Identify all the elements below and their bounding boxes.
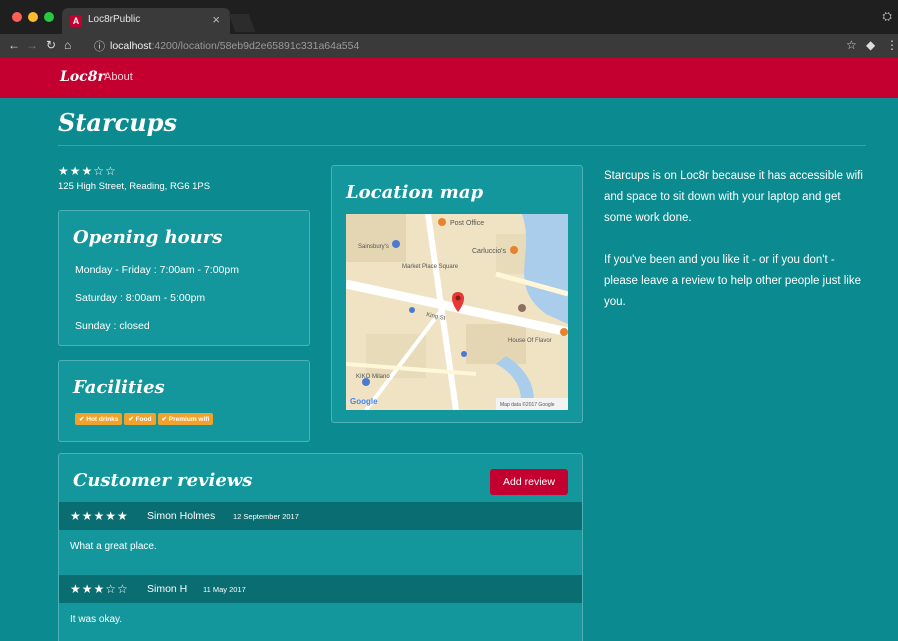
extension-icon[interactable]: ◆	[866, 38, 875, 52]
add-review-button[interactable]: Add review	[490, 469, 568, 495]
map-label: Market Place Square	[402, 264, 459, 270]
brand-logo[interactable]: Loc8r	[60, 69, 105, 85]
review-author: Simon Holmes	[147, 510, 216, 522]
address-bar[interactable]: ⓘ localhost:4200/location/58eb9d2e65891c…	[86, 37, 822, 55]
title-divider	[58, 145, 866, 146]
customer-reviews-title: Customer reviews	[73, 470, 253, 491]
google-logo: Google	[350, 397, 378, 406]
facility-badge: ✔ Premium wifi	[157, 413, 214, 425]
browser-tab[interactable]: A Loc8rPublic ×	[62, 8, 230, 34]
close-window-button[interactable]	[12, 12, 22, 22]
page-content: Starcups ★★★☆☆ 125 High Street, Reading,…	[0, 98, 898, 641]
map-label: Post Office	[450, 220, 484, 227]
map-label: House Of Flavor	[508, 338, 552, 344]
reload-icon[interactable]: ↻	[46, 38, 56, 52]
facilities-panel: Facilities ✔ Hot drinks ✔ Food ✔ Premium…	[58, 360, 310, 442]
review-rating-stars: ★★★★★	[70, 509, 129, 523]
forward-icon[interactable]: →	[26, 38, 38, 52]
home-icon[interactable]: ⌂	[64, 38, 71, 52]
description-paragraph: Starcups is on Loc8r because it has acce…	[604, 170, 863, 224]
facility-badge: ✔ Food	[124, 413, 156, 425]
location-map-title: Location map	[346, 182, 484, 203]
angular-favicon-icon: A	[70, 15, 82, 27]
minimize-window-button[interactable]	[28, 12, 38, 22]
location-address: 125 High Street, Reading, RG6 1PS	[58, 181, 211, 192]
review-header: ★★★★★ Simon Holmes 12 September 2017	[59, 502, 582, 530]
maximize-window-button[interactable]	[44, 12, 54, 22]
app-navbar: Loc8r About	[0, 58, 898, 98]
facility-badges: ✔ Hot drinks ✔ Food ✔ Premium wifi	[75, 413, 214, 425]
opening-hours-title: Opening hours	[73, 227, 223, 248]
incognito-icon: ⛭	[882, 9, 892, 23]
back-icon[interactable]: ←	[8, 38, 20, 52]
map-attribution: Map data ©2017 Google	[500, 401, 555, 408]
review-header: ★★★☆☆ Simon H 11 May 2017	[59, 575, 582, 603]
customer-reviews-panel: Customer reviews Add review ★★★★★ Simon …	[58, 453, 583, 641]
facilities-title: Facilities	[73, 377, 165, 398]
menu-icon[interactable]: ⋮	[886, 38, 898, 52]
review-text: What a great place.	[70, 541, 157, 552]
review-date: 11 May 2017	[203, 585, 246, 594]
location-map-panel: Location map Post Office Carluccio's Sai…	[331, 165, 583, 423]
opening-hours-line: Monday - Friday : 7:00am - 7:00pm	[75, 264, 239, 276]
description-paragraph: If you've been and you like it - or if y…	[604, 254, 861, 308]
location-description: Starcups is on Loc8r because it has acce…	[604, 166, 866, 313]
page-title: Starcups	[58, 108, 177, 137]
opening-hours-line: Saturday : 8:00am - 5:00pm	[75, 292, 206, 304]
facility-badge: ✔ Hot drinks	[75, 413, 123, 425]
location-map[interactable]: Post Office Carluccio's Sainsbury's Mark…	[346, 214, 568, 410]
url-text: localhost:4200/location/58eb9d2e65891c33…	[110, 40, 359, 52]
review-text: It was okay.	[70, 614, 123, 625]
browser-tab-bar: A Loc8rPublic × ⛭	[0, 0, 898, 34]
new-tab-button[interactable]	[228, 14, 256, 32]
info-icon[interactable]: ⓘ	[94, 38, 105, 54]
bookmark-star-icon[interactable]: ☆	[846, 38, 857, 52]
review-date: 12 September 2017	[233, 512, 299, 521]
opening-hours-panel: Opening hours Monday - Friday : 7:00am -…	[58, 210, 310, 346]
tab-title: Loc8rPublic	[88, 14, 141, 25]
map-label: Carluccio's	[472, 248, 507, 255]
tab-close-icon[interactable]: ×	[212, 12, 220, 27]
rating-stars: ★★★☆☆	[58, 164, 117, 178]
review-rating-stars: ★★★☆☆	[70, 582, 129, 596]
url-host: localhost	[110, 40, 152, 52]
opening-hours-line: Sunday : closed	[75, 320, 150, 332]
map-label: Sainsbury's	[358, 244, 389, 250]
url-path: :4200/location/58eb9d2e65891c331a64a554	[151, 40, 360, 52]
review-author: Simon H	[147, 583, 188, 595]
browser-toolbar: ← → ↻ ⌂ ⓘ localhost:4200/location/58eb9d…	[0, 34, 898, 58]
nav-about-link[interactable]: About	[104, 71, 133, 83]
map-image: Post Office Carluccio's Sainsbury's Mark…	[346, 214, 568, 410]
map-label: KIKO Milano	[356, 374, 390, 380]
